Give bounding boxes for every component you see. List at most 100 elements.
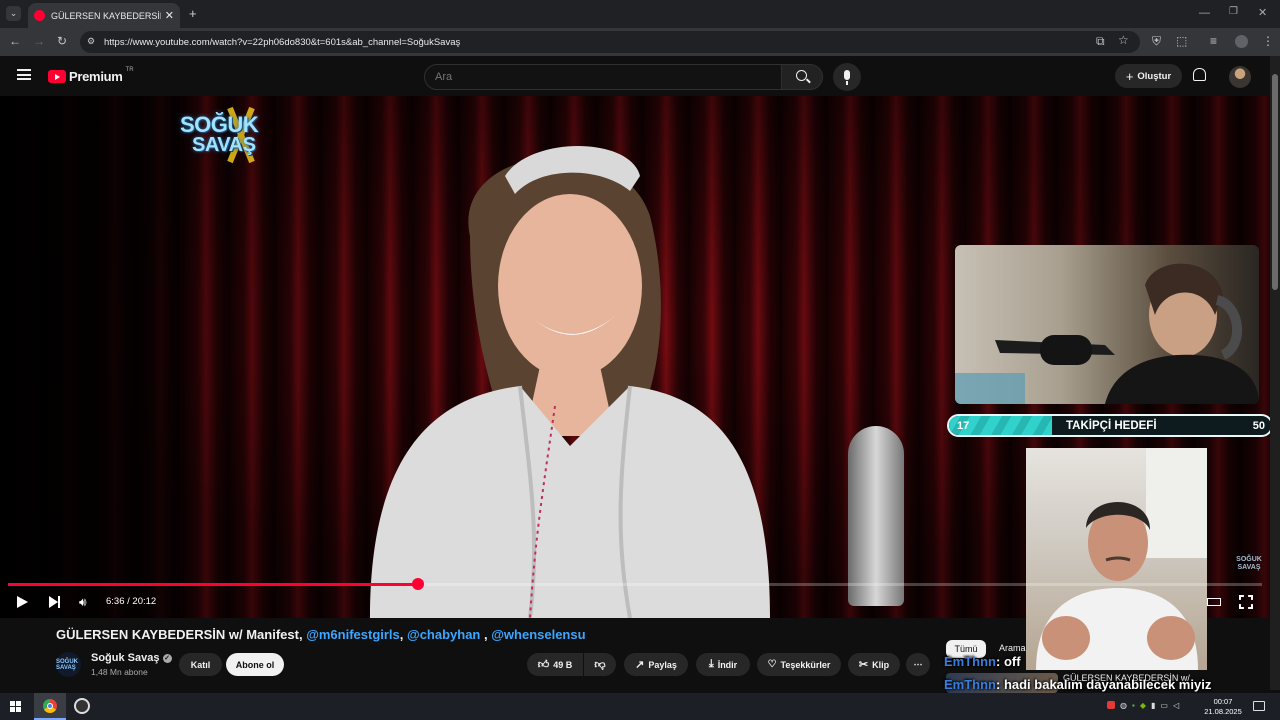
close-tab-icon[interactable]: ✕ (165, 9, 174, 22)
chat-text: : off (996, 654, 1021, 669)
more-icon: ⋯ (913, 659, 923, 669)
system-tray-icons[interactable]: ◍ ▪ ◆ ▮ ▭ ◁ (1107, 701, 1179, 710)
taskbar-clock[interactable]: 00:07 21.08.2025 (1198, 697, 1248, 717)
windows-start-icon[interactable] (10, 701, 21, 712)
security-tray-icon[interactable]: ◍ (1120, 701, 1127, 710)
chat-message: EmThnn: hadi bakalım dayanabilecek miyiz (944, 677, 1211, 692)
youtube-logo[interactable]: Premium TR (48, 66, 134, 84)
scrubber-handle[interactable] (412, 578, 425, 590)
search-button[interactable] (781, 64, 823, 90)
reload-icon[interactable]: ↻ (57, 34, 67, 48)
youtube-play-logo-icon (48, 70, 66, 83)
app-tray-icon[interactable]: ▪ (1132, 701, 1135, 710)
dislike-button[interactable]: 👎︎ (584, 653, 616, 676)
scissors-icon: ✂ (858, 659, 869, 671)
profile-icon[interactable] (1235, 35, 1248, 48)
filter-chip-search[interactable]: Arama (999, 643, 1026, 653)
chrome-taskbar-icon[interactable] (34, 693, 66, 720)
goal-target-count: 50 (1252, 419, 1265, 432)
new-tab-button[interactable]: + (189, 6, 197, 21)
download-icon: ⤓ (708, 658, 714, 670)
voice-search-button[interactable] (833, 63, 861, 91)
mention-link-whenselensu[interactable]: @whenselensu (491, 627, 585, 642)
page-scrollbar[interactable] (1270, 56, 1280, 690)
video-title-text: GÜLERSEN KAYBEDERSİN w/ Manifest, (56, 627, 307, 642)
channel-name[interactable]: Soğuk Savaş ✓ (91, 652, 172, 664)
goal-title: TAKİPÇİ HEDEFİ (1066, 419, 1157, 432)
search-input[interactable] (424, 64, 782, 90)
create-button[interactable]: + Oluştur (1115, 64, 1182, 88)
share-icon: ↗ (635, 659, 645, 671)
left-dark-curtain (0, 96, 180, 618)
network-tray-icon[interactable]: ▭ (1160, 701, 1168, 710)
streamer-webcam (955, 245, 1259, 404)
region-code: TR (125, 66, 134, 73)
youtube-favicon-icon (34, 10, 45, 21)
more-actions-button[interactable]: ⋯ (906, 653, 930, 676)
browser-tab-strip: ⌄ GÜLERSEN KAYBEDERSİN w/ M ✕ + — ❐ ✕ (0, 0, 1280, 28)
studio-microphone (848, 426, 904, 606)
forward-icon[interactable]: → (33, 34, 45, 48)
verified-icon: ✓ (162, 653, 172, 663)
guest-person (370, 146, 770, 618)
notification-center-icon[interactable] (1253, 701, 1265, 711)
video-progress-bar[interactable] (8, 578, 1262, 590)
browser-tab[interactable]: GÜLERSEN KAYBEDERSİN w/ M ✕ (28, 3, 180, 28)
mention-link-chabyhan[interactable]: @chabyhan (407, 627, 480, 642)
browser-toolbar: ← → ↻ ⚙ https://www.youtube.com/watch?v=… (0, 28, 1280, 56)
chat-username: EmThnn (944, 677, 996, 692)
back-icon[interactable]: ← (9, 34, 21, 48)
video-progress-fill (8, 583, 419, 586)
chat-message: EmThnn: off (944, 654, 1021, 669)
account-avatar[interactable] (1229, 66, 1251, 88)
tab-list-button[interactable]: ⌄ (6, 6, 21, 21)
clock-date: 21.08.2025 (1204, 707, 1242, 716)
super-thanks-icon: ♡ (767, 659, 777, 670)
recorder-taskbar-icon[interactable] (74, 698, 90, 714)
second-webcam (1026, 448, 1207, 670)
download-button[interactable]: ⤓ İndir (696, 653, 750, 676)
microphone-tray-icon[interactable]: ▮ (1151, 701, 1155, 710)
show-logo-line2: SAVAŞ (192, 134, 256, 156)
windows-taskbar: ◍ ▪ ◆ ▮ ▭ ◁ (0, 693, 1280, 720)
browser-menu-icon[interactable]: ⋮ (1262, 34, 1274, 48)
url-text: https://www.youtube.com/watch?v=22ph06do… (104, 36, 461, 48)
microphone-icon (844, 70, 850, 80)
plus-icon: + (1125, 68, 1134, 84)
extensions-icon[interactable]: ⬚ (1176, 34, 1187, 48)
hamburger-menu-icon[interactable] (17, 69, 31, 80)
install-app-icon[interactable]: ⧉ (1096, 34, 1105, 49)
minimize-window-button[interactable]: — (1199, 7, 1210, 19)
scrollbar-thumb[interactable] (1272, 74, 1278, 290)
thanks-button[interactable]: ♡ Teşekkürler (757, 653, 841, 676)
nvidia-tray-icon[interactable]: ◆ (1140, 701, 1146, 710)
mention-link-m6nifestgirls[interactable]: @m6nifestgirls (306, 627, 400, 642)
clip-button[interactable]: ✂ Klip (848, 653, 900, 676)
reading-list-icon[interactable]: ≡ (1210, 34, 1217, 48)
subscriber-count: 1,48 Mn abone (91, 667, 148, 677)
subscribe-button[interactable]: Abone ol (226, 653, 284, 676)
site-info-icon[interactable]: ⚙ (87, 36, 95, 47)
like-button[interactable]: 👍︎ 49 B (527, 653, 583, 676)
next-video-button[interactable] (49, 596, 60, 608)
volume-button[interactable]: 🔊︎ (79, 595, 87, 610)
corner-logo: SOĞUK SAVAŞ (1236, 556, 1262, 571)
thumbs-up-icon: 👍︎ (537, 659, 550, 671)
next-icon (49, 596, 58, 608)
volume-tray-icon[interactable]: ◁ (1173, 701, 1179, 710)
record-tray-icon[interactable] (1107, 701, 1115, 709)
bookmark-star-icon[interactable]: ☆ (1118, 33, 1129, 47)
thumbs-down-icon: 👎︎ (594, 659, 606, 671)
close-window-button[interactable]: ✕ (1258, 6, 1267, 19)
restore-window-button[interactable]: ❐ (1229, 6, 1238, 17)
youtube-header: Premium TR + Oluştur (0, 56, 1270, 96)
notifications-bell-icon[interactable] (1193, 68, 1206, 81)
share-button[interactable]: ↗ Paylaş (624, 653, 688, 676)
join-button[interactable]: Katıl (179, 653, 222, 676)
address-bar[interactable]: ⚙ https://www.youtube.com/watch?v=22ph06… (80, 31, 1140, 53)
channel-avatar[interactable]: SOĞUK SAVAŞ (56, 652, 81, 677)
theater-mode-button[interactable] (1207, 598, 1221, 606)
shield-extension-icon[interactable]: ⛨ (1152, 34, 1161, 49)
play-button[interactable] (17, 596, 28, 608)
chat-username: EmThnn (944, 654, 996, 669)
